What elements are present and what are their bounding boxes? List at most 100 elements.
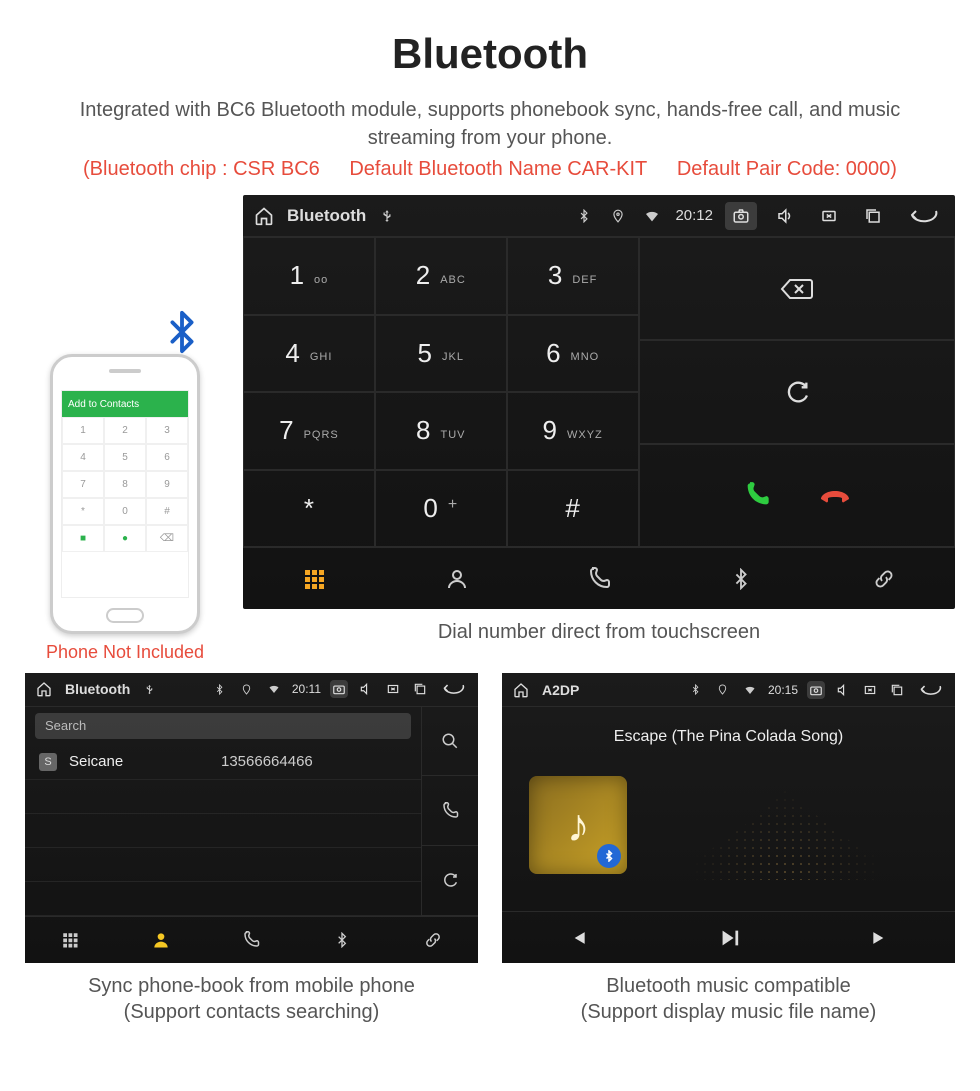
music-screen: A2DP 20:15 Escape (The Pina Colada [502, 673, 955, 963]
clock: 20:15 [768, 683, 798, 697]
mini-key: 5 [104, 444, 146, 471]
album-art: ♪ [529, 776, 627, 874]
key-1[interactable]: 1oo [243, 237, 375, 315]
key-5[interactable]: 5JKL [375, 315, 507, 393]
screenshot-button[interactable] [330, 680, 348, 698]
spec-chip: (Bluetooth chip : CSR BC6 [83, 158, 320, 180]
home-icon[interactable] [512, 681, 530, 699]
tab-pair-icon[interactable] [813, 548, 955, 609]
app-title: A2DP [542, 682, 579, 698]
close-app-button[interactable] [813, 202, 845, 230]
keypad: 1oo 2ABC 3DEF 4GHI 5JKL 6MNO 7PQRS 8TUV … [243, 237, 639, 547]
next-track-button[interactable] [804, 912, 955, 963]
usb-icon [376, 205, 398, 227]
mini-key: 0 [104, 498, 146, 525]
statusbar: Bluetooth 20:11 [25, 673, 478, 707]
location-icon [238, 680, 256, 698]
mini-key: 9 [146, 471, 188, 498]
bluetooth-status-icon [211, 680, 229, 698]
volume-button[interactable] [769, 202, 801, 230]
close-app-button[interactable] [384, 680, 402, 698]
page-title: Bluetooth [25, 30, 955, 78]
play-pause-button[interactable] [653, 912, 804, 963]
location-icon [607, 205, 629, 227]
tab-contacts[interactable] [116, 917, 207, 963]
music-caption: Bluetooth music compatible (Support disp… [502, 973, 955, 1025]
mini-key: 3 [146, 417, 188, 444]
hangup-button[interactable] [819, 481, 851, 509]
wifi-icon [741, 681, 759, 699]
bottom-tabs [25, 916, 478, 963]
key-hash[interactable]: # [507, 470, 639, 548]
side-sync-icon[interactable] [422, 846, 478, 916]
key-7[interactable]: 7PQRS [243, 392, 375, 470]
mini-key: * [62, 498, 104, 525]
statusbar: A2DP 20:15 [502, 673, 955, 707]
side-search-icon[interactable] [422, 707, 478, 777]
visualizer [645, 760, 928, 890]
back-button[interactable] [438, 680, 468, 698]
swap-audio-button[interactable] [639, 340, 955, 443]
key-3[interactable]: 3DEF [507, 237, 639, 315]
wifi-icon [265, 680, 283, 698]
location-icon [714, 681, 732, 699]
bluetooth-icon [159, 309, 205, 355]
contact-row[interactable]: S Seicane 13566664466 [25, 745, 421, 780]
contacts-screen: Bluetooth 20:11 [25, 673, 478, 963]
prev-track-button[interactable] [502, 912, 653, 963]
contact-letter-badge: S [39, 753, 57, 771]
key-9[interactable]: 9WXYZ [507, 392, 639, 470]
contact-name: Seicane [69, 753, 209, 770]
call-button[interactable] [743, 481, 771, 509]
clock: 20:11 [292, 682, 321, 696]
home-icon[interactable] [253, 205, 275, 227]
dialer-caption: Dial number direct from touchscreen [243, 619, 955, 645]
recent-apps-button[interactable] [411, 680, 429, 698]
key-4[interactable]: 4GHI [243, 315, 375, 393]
close-app-button[interactable] [861, 681, 879, 699]
home-icon[interactable] [35, 680, 53, 698]
volume-button[interactable] [357, 680, 375, 698]
usb-icon [140, 680, 158, 698]
key-6[interactable]: 6MNO [507, 315, 639, 393]
mini-key: 4 [62, 444, 104, 471]
key-2[interactable]: 2ABC [375, 237, 507, 315]
key-8[interactable]: 8TUV [375, 392, 507, 470]
contacts-caption: Sync phone-book from mobile phone (Suppo… [25, 973, 478, 1025]
tab-history-icon[interactable] [528, 548, 670, 609]
phone-not-included-label: Phone Not Included [25, 642, 225, 663]
tab-pair-icon[interactable] [387, 917, 478, 963]
tab-keypad[interactable] [243, 548, 385, 609]
dialer-screen: Bluetooth 20:12 [243, 195, 955, 609]
search-input[interactable]: Search [35, 713, 411, 739]
mini-key: ■ [62, 525, 104, 552]
backspace-button[interactable] [639, 237, 955, 340]
side-call-icon[interactable] [422, 776, 478, 846]
tab-contacts[interactable] [385, 548, 527, 609]
track-title: Escape (The Pina Colada Song) [614, 728, 843, 746]
tab-keypad[interactable] [25, 917, 116, 963]
bluetooth-status-icon [687, 681, 705, 699]
tab-bluetooth-icon[interactable] [670, 548, 812, 609]
recent-apps-button[interactable] [857, 202, 889, 230]
volume-button[interactable] [834, 681, 852, 699]
empty-row [25, 848, 421, 882]
mini-key: ● [104, 525, 146, 552]
mini-key: # [146, 498, 188, 525]
key-0[interactable]: 0+ [375, 470, 507, 548]
statusbar: Bluetooth 20:12 [243, 195, 955, 237]
bluetooth-status-icon [573, 205, 595, 227]
tab-history-icon[interactable] [206, 917, 297, 963]
phone-topbar: Add to Contacts [62, 391, 188, 417]
mini-key: 6 [146, 444, 188, 471]
recent-apps-button[interactable] [888, 681, 906, 699]
back-button[interactable] [901, 202, 945, 230]
screenshot-button[interactable] [725, 202, 757, 230]
back-button[interactable] [915, 681, 945, 699]
screenshot-button[interactable] [807, 681, 825, 699]
key-star[interactable]: * [243, 470, 375, 548]
wifi-icon [641, 205, 663, 227]
tab-bluetooth-icon[interactable] [297, 917, 388, 963]
bluetooth-badge-icon [597, 844, 621, 868]
music-controls [502, 911, 955, 963]
